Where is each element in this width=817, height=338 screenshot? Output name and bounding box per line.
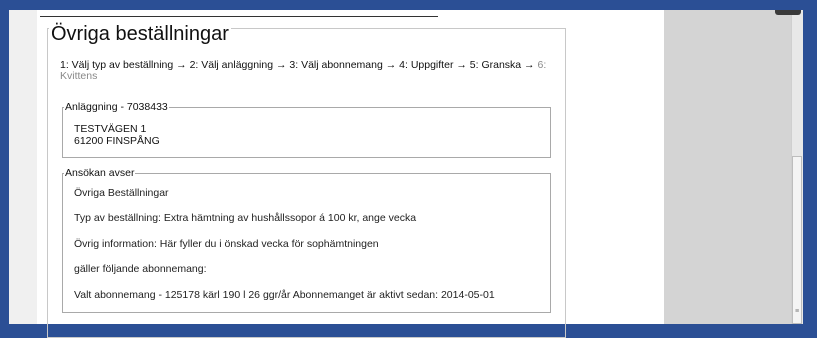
corner-tab <box>775 10 801 15</box>
top-divider <box>40 16 438 17</box>
scrollbar-thumb[interactable]: ≡ <box>792 156 802 324</box>
step-3: 3: Välj abonnemang → <box>289 59 397 71</box>
facility-legend: Anläggning - 7038433 <box>64 101 169 113</box>
application-line: Övriga Beställningar <box>74 187 169 199</box>
application-line: gäller följande abonnemang: <box>74 263 207 275</box>
window-frame-right <box>803 10 817 324</box>
application-line: Övrig information: Här fyller du i önska… <box>74 238 379 250</box>
facility-street: TESTVÄGEN 1 <box>74 123 147 135</box>
step-4: 4: Uppgifter → <box>399 59 467 71</box>
facility-city: 61200 FINSPÅNG <box>74 135 160 147</box>
page-title: Övriga beställningar <box>49 22 231 46</box>
application-line: Valt abonnemang - 125178 kärl 190 l 26 g… <box>74 289 495 301</box>
application-line: Typ av beställning: Extra hämtning av hu… <box>74 212 417 224</box>
scrollbar-grip-icon: ≡ <box>795 308 800 315</box>
step-5: 5: Granska → <box>469 59 535 71</box>
side-pane <box>664 10 803 324</box>
step-2: 2: Välj anläggning → <box>189 59 287 71</box>
application-legend: Ansökan avser <box>64 167 136 179</box>
window-frame-left <box>0 10 9 324</box>
wizard-steps: 1: Välj typ av beställning → 2: Välj anl… <box>60 60 555 82</box>
